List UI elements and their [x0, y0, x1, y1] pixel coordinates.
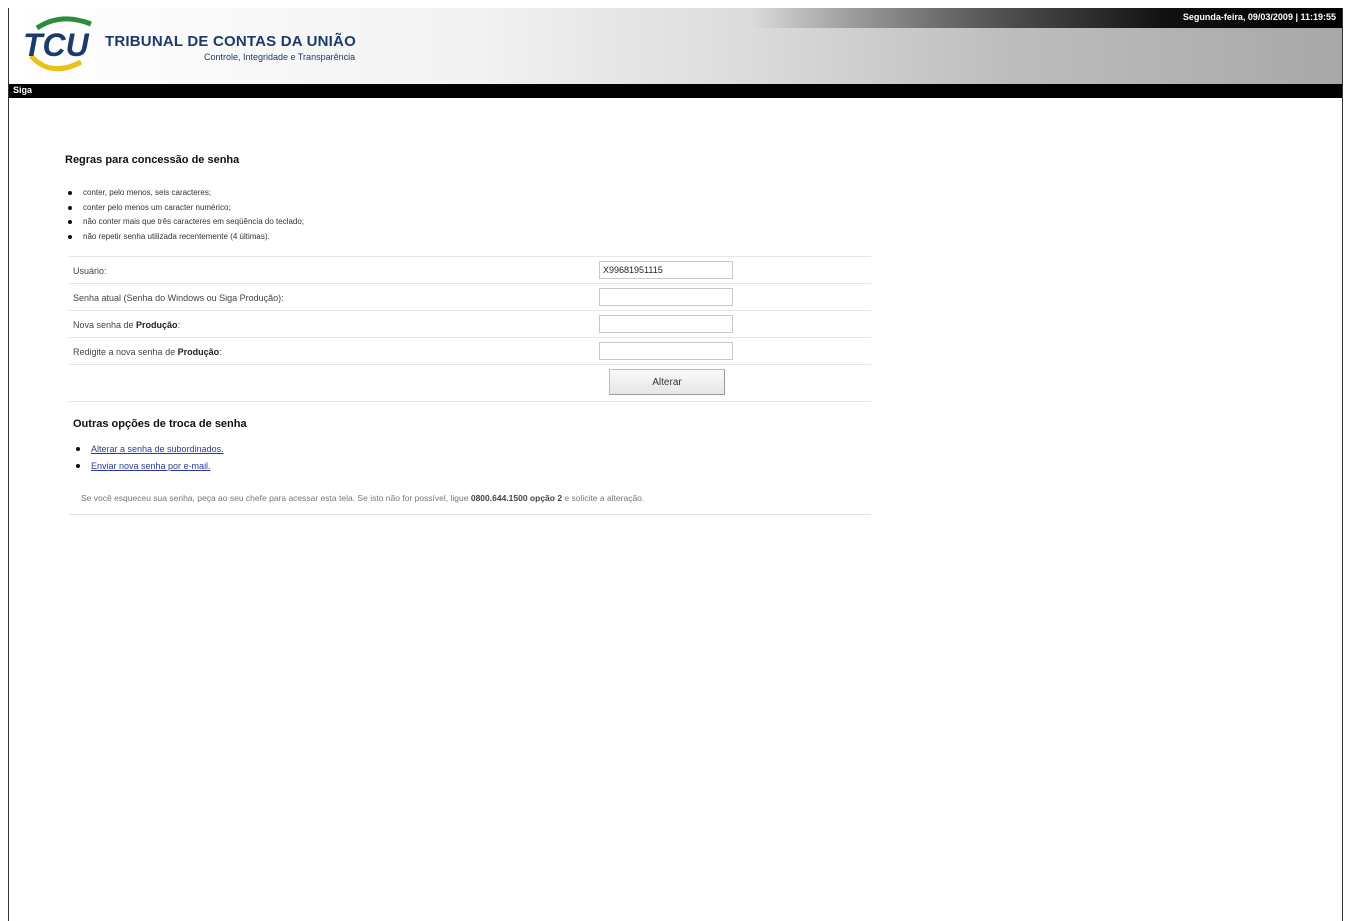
new-password-label: Nova senha de Produção:: [73, 320, 180, 330]
list-item: Alterar a senha de subordinados.: [73, 441, 224, 458]
header-date-bar: Segunda-feira, 09/03/2009 | 11:19:55: [752, 8, 1342, 28]
password-form: Usuário: Senha atual (Senha do Windows o…: [69, 256, 871, 402]
current-password-row: Senha atual (Senha do Windows ou Siga Pr…: [69, 284, 871, 311]
rules-list: conter, pelo menos, seis caracteres; con…: [65, 186, 304, 244]
alterar-button[interactable]: Alterar: [609, 369, 725, 395]
user-label: Usuário:: [73, 266, 107, 276]
new-password-input[interactable]: [599, 315, 733, 333]
page-frame: Segunda-feira, 09/03/2009 | 11:19:55 TCU…: [8, 8, 1343, 921]
subordinates-password-link[interactable]: Alterar a senha de subordinados.: [91, 444, 224, 454]
list-item: Enviar nova senha por e-mail.: [73, 458, 224, 475]
user-row: Usuário:: [69, 257, 871, 284]
divider: [69, 514, 871, 515]
current-password-input[interactable]: [599, 288, 733, 306]
help-text-suffix: e solicite a alteração.: [562, 493, 645, 503]
repeat-password-label-bold: Produção: [177, 347, 220, 357]
new-password-label-suffix: :: [177, 320, 181, 330]
rule-item: não conter mais que três caracteres em s…: [65, 215, 304, 230]
repeat-password-label: Redigite a nova senha de Produção:: [73, 347, 222, 357]
repeat-password-label-prefix: Redigite a nova senha de: [73, 347, 178, 357]
submit-row: Alterar: [69, 365, 871, 402]
other-options-title: Outras opções de troca de senha: [73, 418, 247, 430]
email-password-link[interactable]: Enviar nova senha por e-mail.: [91, 461, 211, 471]
nav-siga-link[interactable]: Siga: [13, 85, 32, 95]
rule-item: não repetir senha utilizada recentemente…: [65, 230, 304, 245]
nav-bar: Siga: [9, 84, 1342, 98]
rules-title: Regras para concessão de senha: [65, 154, 240, 166]
header-banner: Segunda-feira, 09/03/2009 | 11:19:55 TCU…: [9, 8, 1342, 84]
new-password-label-prefix: Nova senha de: [73, 320, 137, 330]
org-name: TRIBUNAL DE CONTAS DA UNIÃO: [105, 33, 356, 50]
org-subtitle: Controle, Integridade e Transparência: [204, 52, 356, 62]
new-password-row: Nova senha de Produção:: [69, 311, 871, 338]
help-text: Se você esqueceu sua senha, peça ao seu …: [81, 493, 644, 503]
help-phone: 0800.644.1500 opção 2: [470, 493, 563, 503]
user-input[interactable]: [599, 261, 733, 279]
repeat-password-input[interactable]: [599, 342, 733, 360]
rule-item: conter, pelo menos, seis caracteres;: [65, 186, 304, 201]
repeat-password-label-suffix: :: [219, 347, 222, 357]
help-text-prefix: Se você esqueceu sua senha, peça ao seu …: [81, 493, 471, 503]
header-datetime: Segunda-feira, 09/03/2009 | 11:19:55: [1182, 12, 1336, 22]
current-password-label: Senha atual (Senha do Windows ou Siga Pr…: [73, 293, 284, 303]
repeat-password-row: Redigite a nova senha de Produção:: [69, 338, 871, 365]
tcu-logo: TCU: [23, 16, 92, 72]
new-password-label-bold: Produção: [136, 320, 178, 330]
rule-item: conter pelo menos um caracter numérico;: [65, 201, 304, 216]
tcu-logo-text: TCU: [23, 27, 90, 63]
other-options-list: Alterar a senha de subordinados. Enviar …: [73, 441, 224, 475]
